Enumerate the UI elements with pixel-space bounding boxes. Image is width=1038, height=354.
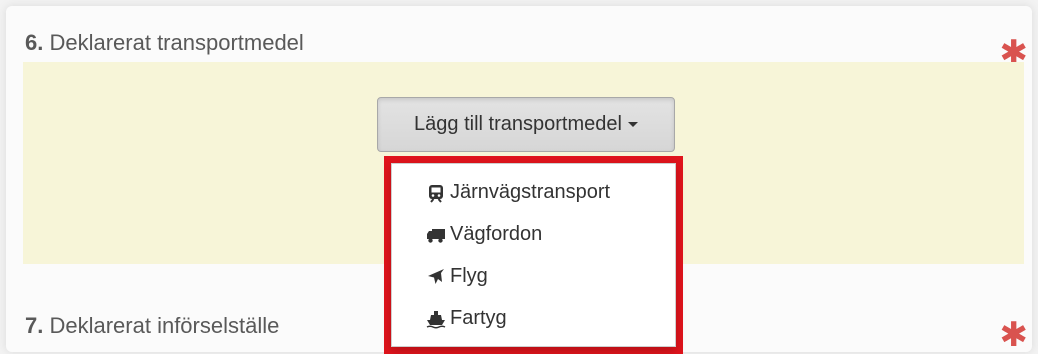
section-6-number: 6.	[25, 30, 44, 55]
truck-icon	[427, 228, 445, 243]
menu-item-rail[interactable]: Järnvägstransport	[426, 181, 610, 204]
section-7-required-marker: ✱	[999, 316, 1029, 354]
transport-means-dropdown: Järnvägstransport Vägfordon Flyg Fartyg	[384, 156, 683, 354]
menu-item-air[interactable]: Flyg	[426, 265, 488, 288]
menu-item-label: Vägfordon	[450, 223, 543, 245]
menu-item-label: Flyg	[450, 265, 488, 287]
section-7-label: Deklarerat införselställe	[43, 313, 280, 338]
plane-icon	[428, 268, 444, 284]
dropdown-menu: Järnvägstransport Vägfordon Flyg Fartyg	[391, 163, 676, 347]
add-transport-means-button[interactable]: Lägg till transportmedel	[377, 97, 675, 152]
menu-item-ship[interactable]: Fartyg	[426, 307, 507, 330]
section-6-title: 6. Deklarerat transportmedel	[25, 30, 304, 56]
menu-item-road[interactable]: Vägfordon	[426, 223, 542, 246]
section-7-number: 7.	[25, 313, 44, 338]
section-6-label: Deklarerat transportmedel	[43, 30, 304, 55]
caret-down-icon	[627, 122, 638, 127]
ship-icon	[426, 310, 446, 328]
train-icon	[429, 184, 443, 203]
section-7-title: 7. Deklarerat införselställe	[25, 313, 279, 339]
menu-item-label: Fartyg	[450, 307, 507, 329]
menu-item-label: Järnvägstransport	[450, 181, 611, 203]
add-transport-means-label: Lägg till transportmedel	[414, 113, 622, 135]
